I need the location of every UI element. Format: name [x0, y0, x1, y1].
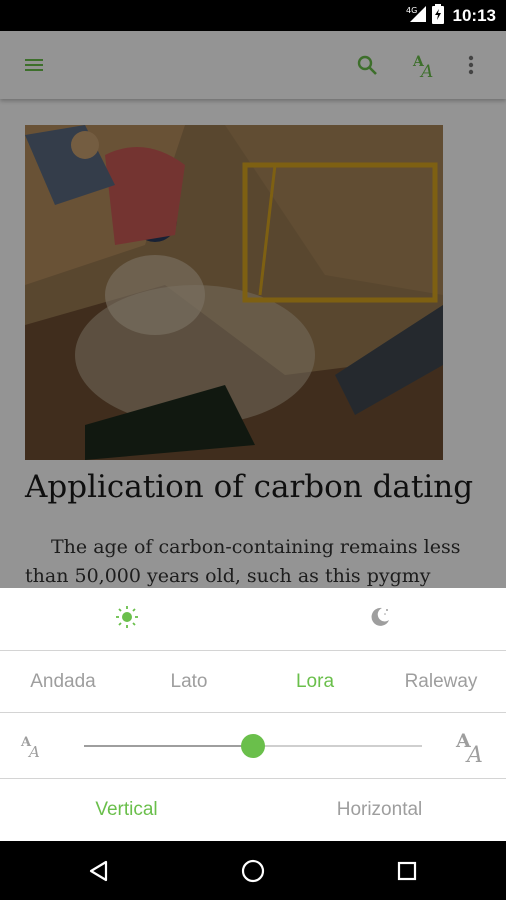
- network-type: 4G: [406, 6, 417, 15]
- sun-icon: [115, 605, 139, 633]
- status-icons: 4G 10:13: [405, 4, 496, 28]
- font-option-lato[interactable]: Lato: [126, 651, 252, 713]
- system-nav-bar: [0, 841, 506, 900]
- font-option-andada[interactable]: Andada: [0, 651, 126, 713]
- status-time: 10:13: [452, 6, 496, 25]
- night-theme-button[interactable]: [253, 588, 506, 650]
- font-size-large-icon: A A: [455, 713, 493, 779]
- home-circle-icon[interactable]: [233, 851, 273, 891]
- status-bar: 4G 10:13: [0, 0, 506, 31]
- font-size-row: A A A A: [0, 713, 506, 779]
- back-triangle-icon[interactable]: [79, 851, 119, 891]
- signal-icon: 4G: [405, 5, 427, 27]
- svg-text:A: A: [465, 743, 483, 765]
- font-option-lora[interactable]: Lora: [252, 651, 378, 713]
- font-family-row: Andada Lato Lora Raleway: [0, 651, 506, 713]
- day-theme-button[interactable]: [0, 588, 253, 650]
- dim-overlay[interactable]: [0, 31, 506, 588]
- font-option-raleway[interactable]: Raleway: [378, 651, 504, 713]
- recents-square-icon[interactable]: [387, 851, 427, 891]
- font-size-slider[interactable]: [84, 734, 422, 758]
- font-size-small-icon: A A: [20, 713, 46, 779]
- svg-text:A: A: [27, 743, 40, 760]
- font-size-slider-thumb[interactable]: [241, 734, 265, 758]
- moon-icon: [368, 605, 392, 633]
- reading-settings-panel: Andada Lato Lora Raleway A A A A Vertica…: [0, 588, 506, 841]
- reader-screen: A A Application of carbon dating The age…: [0, 31, 506, 588]
- theme-row: [0, 588, 506, 651]
- orientation-vertical[interactable]: Vertical: [0, 779, 253, 841]
- battery-icon: [431, 4, 444, 28]
- orientation-horizontal[interactable]: Horizontal: [253, 779, 506, 841]
- font-size-slider-fill: [84, 745, 253, 747]
- scroll-orientation-row: Vertical Horizontal: [0, 779, 506, 841]
